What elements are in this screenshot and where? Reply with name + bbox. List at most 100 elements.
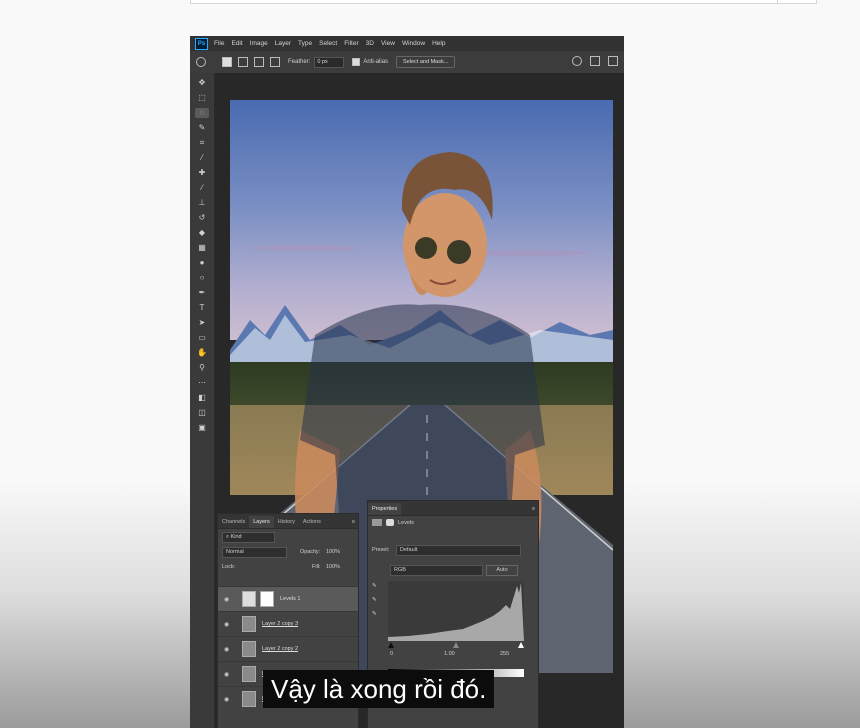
feather-label: Feather:: [288, 59, 311, 65]
panel-menu-icon[interactable]: ≡: [532, 503, 535, 515]
opacity-value[interactable]: 100%: [326, 549, 340, 555]
tab-history[interactable]: History: [274, 516, 299, 528]
layer-thumb: [242, 641, 256, 657]
layer-name: Layer 2 copy 3: [262, 621, 299, 627]
type-tool-icon[interactable]: T: [195, 303, 209, 313]
tab-layers[interactable]: Layers: [249, 516, 274, 528]
options-bar: Feather: 0 px Anti-alias Select and Mask…: [190, 51, 624, 74]
input-gamma-value[interactable]: 1.00: [444, 651, 455, 657]
menu-layer[interactable]: Layer: [275, 40, 291, 47]
input-black-value[interactable]: 0: [390, 651, 393, 657]
dodge-tool-icon[interactable]: ○: [195, 273, 209, 283]
levels-header: Levels: [372, 519, 414, 526]
filter-kind-select[interactable]: ⌕ Kind: [222, 532, 275, 543]
visibility-eye-icon[interactable]: ◉: [224, 696, 232, 703]
new-selection-icon[interactable]: [222, 57, 232, 67]
menu-help[interactable]: Help: [432, 40, 445, 47]
gradient-tool-icon[interactable]: ▦: [195, 243, 209, 253]
photoshop-logo: Ps: [195, 37, 208, 50]
black-point-eyedropper-icon[interactable]: ✎: [372, 583, 377, 589]
blend-mode-select[interactable]: Normal: [222, 547, 287, 558]
panel-menu-icon[interactable]: ≡: [352, 516, 355, 528]
crop-tool-icon[interactable]: ⌗: [195, 138, 209, 148]
anti-alias-label: Anti-alias: [363, 59, 389, 65]
browser-top-divider: [777, 0, 778, 3]
histogram: [388, 581, 524, 641]
visibility-eye-icon[interactable]: ◉: [224, 671, 232, 678]
preset-select[interactable]: Default: [396, 545, 521, 556]
stamp-tool-icon[interactable]: ⊥: [195, 198, 209, 208]
more-tools-icon[interactable]: ⋯: [195, 378, 209, 388]
anti-alias-checkbox[interactable]: [352, 58, 361, 66]
layer-row-levels[interactable]: ◉ Levels 1: [218, 586, 358, 611]
video-subtitle: Vậy là xong rồi đó.: [263, 670, 495, 708]
lasso-tool-icon[interactable]: ◌: [195, 108, 209, 118]
move-tool-icon[interactable]: ✥: [195, 78, 209, 88]
pen-tool-icon[interactable]: ✒: [195, 288, 209, 298]
tab-channels[interactable]: Channels: [218, 516, 249, 528]
eraser-tool-icon[interactable]: ◆: [195, 228, 209, 238]
workspace-icon[interactable]: [590, 56, 600, 66]
lasso-preset-icon[interactable]: [196, 57, 206, 67]
share-icon[interactable]: [608, 56, 618, 66]
fill-label: Fill:: [312, 564, 321, 570]
properties-panel-tabs: Properties ≡: [368, 501, 538, 516]
shape-tool-icon[interactable]: ▭: [195, 333, 209, 343]
quick-select-tool-icon[interactable]: ✎: [195, 123, 209, 133]
tab-actions[interactable]: Actions: [299, 516, 325, 528]
lock-label: Lock:: [222, 564, 236, 570]
layer-thumb: [242, 616, 256, 632]
path-select-tool-icon[interactable]: ➤: [195, 318, 209, 328]
menu-window[interactable]: Window: [402, 40, 425, 47]
adjustment-label: Levels: [398, 519, 414, 526]
layer-row[interactable]: ◉ Layer 2 copy 3: [218, 611, 358, 636]
gray-point-eyedropper-icon[interactable]: ✎: [372, 597, 377, 603]
blur-tool-icon[interactable]: ●: [195, 258, 209, 268]
marquee-tool-icon[interactable]: ⬚: [195, 93, 209, 103]
intersect-selection-icon[interactable]: [270, 57, 280, 67]
preset-label: Preset:: [372, 547, 390, 553]
white-point-eyedropper-icon[interactable]: ✎: [372, 611, 377, 617]
eyedropper-tool-icon[interactable]: ⁄: [195, 153, 209, 163]
history-brush-tool-icon[interactable]: ↺: [195, 213, 209, 223]
layer-name: Layer 2 copy 2: [262, 646, 299, 652]
menu-file[interactable]: File: [214, 40, 224, 47]
feather-input[interactable]: 0 px: [314, 56, 345, 68]
input-white-value[interactable]: 255: [500, 651, 509, 657]
healing-tool-icon[interactable]: ✚: [195, 168, 209, 178]
layer-name: Levels 1: [280, 596, 301, 602]
screen-mode-icon[interactable]: ▣: [195, 423, 209, 433]
menu-view[interactable]: View: [381, 40, 395, 47]
menu-filter[interactable]: Filter: [344, 40, 358, 47]
search-icon[interactable]: [572, 56, 582, 66]
menu-bar: Ps File Edit Image Layer Type Select Fil…: [190, 36, 624, 51]
menu-type[interactable]: Type: [298, 40, 312, 47]
visibility-eye-icon[interactable]: ◉: [224, 646, 232, 653]
color-swatches-icon[interactable]: ◧: [195, 393, 209, 403]
mask-thumb: [260, 591, 274, 607]
fill-value[interactable]: 100%: [326, 564, 340, 570]
brush-tool-icon[interactable]: ∕: [195, 183, 209, 193]
quick-mask-icon[interactable]: ◫: [195, 408, 209, 418]
visibility-eye-icon[interactable]: ◉: [224, 621, 232, 628]
auto-button[interactable]: Auto: [486, 565, 518, 576]
menu-image[interactable]: Image: [250, 40, 268, 47]
input-sliders[interactable]: [388, 641, 524, 648]
browser-top-strip: [190, 0, 817, 4]
properties-title: Properties: [368, 503, 402, 515]
options-right-icons: [572, 56, 618, 66]
channel-select[interactable]: RGB: [390, 565, 483, 576]
layer-row[interactable]: ◉ Layer 2 copy 2: [218, 636, 358, 661]
menu-edit[interactable]: Edit: [231, 40, 242, 47]
levels-icon: [372, 519, 382, 526]
photoshop-window: Ps File Edit Image Layer Type Select Fil…: [190, 36, 624, 728]
subtract-selection-icon[interactable]: [254, 57, 264, 67]
menu-3d[interactable]: 3D: [366, 40, 374, 47]
mask-icon[interactable]: [386, 519, 394, 526]
hand-tool-icon[interactable]: ✋: [195, 348, 209, 358]
zoom-tool-icon[interactable]: ⚲: [195, 363, 209, 373]
add-selection-icon[interactable]: [238, 57, 248, 67]
select-and-mask-button[interactable]: Select and Mask...: [396, 56, 456, 68]
menu-select[interactable]: Select: [319, 40, 337, 47]
visibility-eye-icon[interactable]: ◉: [224, 596, 232, 603]
